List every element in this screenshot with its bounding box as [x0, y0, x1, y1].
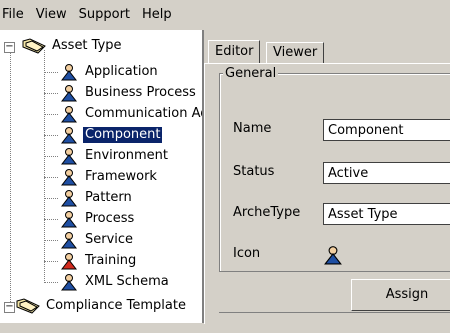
menu-bar: File View Support Help — [0, 0, 450, 30]
asset-tree: − Asset Type Application Business Proces… — [0, 30, 204, 323]
tree-node-component[interactable]: Component — [60, 124, 163, 145]
tree-node-service[interactable]: Service — [60, 229, 135, 250]
collapse-toggle[interactable]: − — [4, 42, 15, 53]
tree-node-environment[interactable]: Environment — [60, 145, 170, 166]
tree-connector — [44, 135, 58, 136]
name-field[interactable] — [323, 119, 450, 141]
tree-node-process[interactable]: Process — [60, 208, 136, 229]
group-title: General — [223, 66, 279, 81]
person-icon — [60, 231, 78, 248]
folder-open-icon — [22, 37, 46, 54]
menu-help[interactable]: Help — [136, 0, 178, 30]
tree-node-business-process[interactable]: Business Process — [60, 82, 198, 103]
person-red-icon — [60, 252, 78, 269]
tree-connector — [44, 50, 45, 283]
tree-connector — [44, 219, 58, 220]
tree-connector — [44, 261, 58, 262]
person-icon — [60, 147, 78, 164]
tree-node-xml-schema[interactable]: XML Schema — [60, 271, 171, 292]
status-field[interactable] — [323, 162, 450, 184]
archetype-label: ArcheType — [233, 205, 301, 220]
editor-panel: General Name Status ArcheType Icon Assig… — [204, 63, 450, 324]
tab-viewer[interactable]: Viewer — [266, 42, 325, 63]
person-icon — [60, 126, 78, 143]
person-icon — [60, 84, 78, 101]
editor-pane: Editor Viewer General Name Status ArcheT… — [204, 30, 450, 324]
archetype-field[interactable] — [323, 203, 450, 225]
tree-connector — [44, 93, 58, 94]
tree-connector — [44, 177, 58, 178]
tree-node-communication[interactable]: Communication Ad — [60, 103, 202, 124]
person-icon — [324, 246, 342, 265]
tree-connector — [10, 48, 11, 308]
tree-node-asset-type[interactable]: Asset Type — [22, 35, 124, 56]
folder-open-icon — [16, 297, 40, 314]
person-icon — [60, 63, 78, 80]
tree-connector — [44, 114, 58, 115]
tree-node-framework[interactable]: Framework — [60, 166, 159, 187]
person-icon — [60, 273, 78, 290]
person-icon — [60, 189, 78, 206]
tab-editor[interactable]: Editor — [208, 40, 261, 63]
person-icon — [60, 105, 78, 122]
tree-connector — [44, 198, 58, 199]
tree-node-application[interactable]: Application — [60, 61, 160, 82]
tree-connector — [44, 240, 58, 241]
assign-button[interactable]: Assign — [351, 279, 450, 311]
menu-support[interactable]: Support — [73, 0, 136, 30]
menu-view[interactable]: View — [30, 0, 73, 30]
collapse-toggle[interactable]: − — [4, 302, 15, 313]
icon-label: Icon — [233, 246, 261, 261]
tree-node-pattern[interactable]: Pattern — [60, 187, 134, 208]
tree-connector — [44, 72, 58, 73]
name-label: Name — [233, 121, 272, 136]
tree-connector — [44, 282, 58, 283]
status-label: Status — [233, 164, 275, 179]
tree-node-training[interactable]: Training — [60, 250, 138, 271]
person-icon — [60, 210, 78, 227]
tree-connector — [44, 156, 58, 157]
tree-node-compliance-template[interactable]: Compliance Template — [16, 295, 188, 316]
person-icon — [60, 168, 78, 185]
menu-file[interactable]: File — [0, 0, 30, 30]
